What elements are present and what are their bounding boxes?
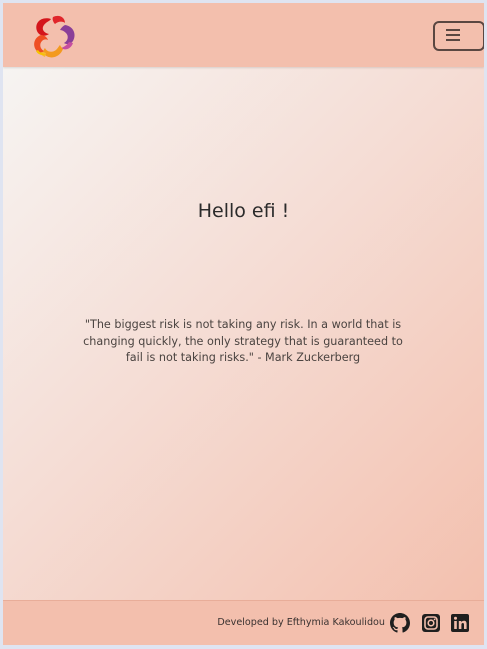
app-frame: Hello efi ! "The biggest risk is not tak… xyxy=(3,3,484,645)
instagram-link[interactable] xyxy=(421,613,441,633)
github-link[interactable] xyxy=(390,613,410,633)
hamburger-menu-icon xyxy=(446,29,460,41)
menu-toggle-button[interactable] xyxy=(433,21,484,51)
pinwheel-logo-icon xyxy=(34,15,75,58)
instagram-icon xyxy=(422,614,440,632)
linkedin-icon xyxy=(451,614,469,632)
greeting-heading: Hello efi ! xyxy=(197,200,290,222)
github-icon xyxy=(390,613,410,633)
logo-link[interactable] xyxy=(29,13,79,61)
navbar xyxy=(3,3,484,67)
quote-text: "The biggest risk is not taking any risk… xyxy=(83,318,403,364)
hero-section: Hello efi ! "The biggest risk is not tak… xyxy=(3,67,484,600)
developer-credit: Developed by Efthymia Kakoulidou xyxy=(217,617,385,628)
footer: Developed by Efthymia Kakoulidou xyxy=(3,600,484,645)
linkedin-link[interactable] xyxy=(450,613,470,633)
